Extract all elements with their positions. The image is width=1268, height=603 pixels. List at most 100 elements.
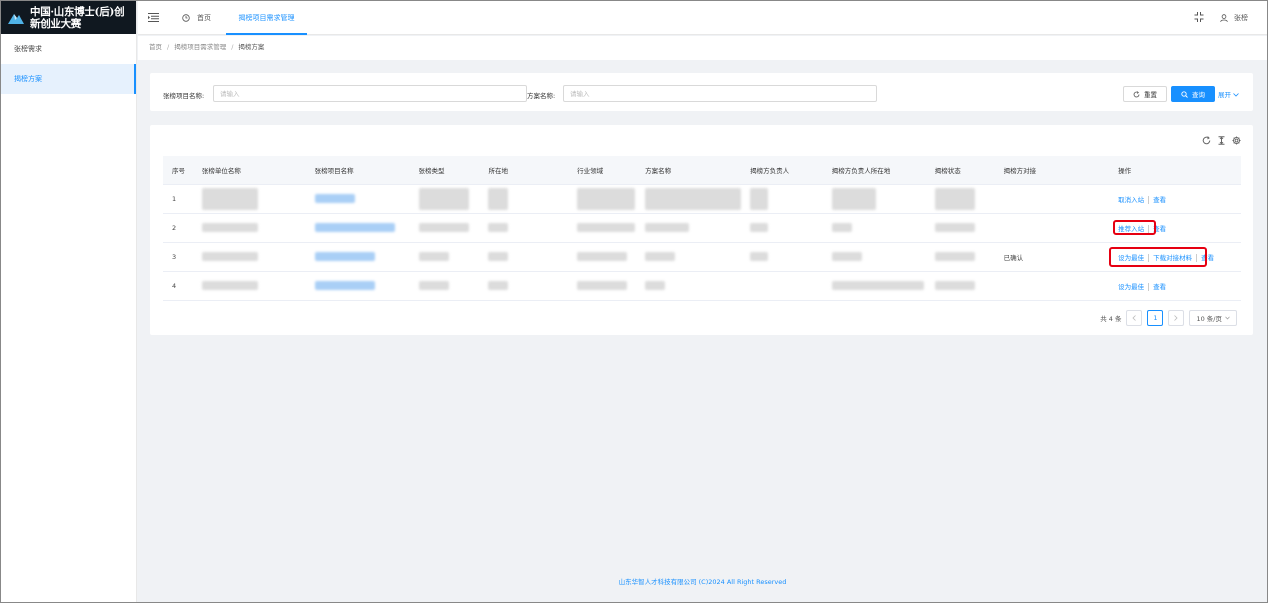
redacted-cell [488, 281, 509, 290]
menu-fold-icon[interactable] [148, 13, 159, 22]
row-index: 1 [163, 184, 193, 214]
tab-home-label: 首页 [197, 14, 211, 22]
redacted-cell [645, 187, 742, 210]
expand-toggle[interactable]: 展开 [1218, 89, 1239, 99]
row-index: 4 [163, 271, 193, 301]
app-title-line1: 中国·山东博士(后)创 [30, 5, 125, 18]
breadcrumb-home[interactable]: 首页 [149, 43, 162, 51]
redacted-cell [577, 187, 636, 210]
settings-icon[interactable] [1232, 136, 1241, 145]
col-header-leader: 揭榜方负责人 [741, 156, 823, 185]
query-button[interactable]: 查询 [1171, 86, 1215, 102]
page-size-select[interactable]: 10 条/页 [1189, 310, 1237, 326]
query-label: 查询 [1192, 91, 1205, 99]
plan-name-input[interactable] [563, 85, 877, 102]
col-header-project-name: 张榜项目名称 [305, 156, 410, 185]
redacted-cell [488, 223, 509, 232]
redacted-cell [645, 223, 690, 232]
redacted-cell [577, 252, 628, 261]
breadcrumb: 首页 / 揭榜项目需求管理 / 揭榜方案 [138, 36, 1267, 60]
chevron-right-icon [1174, 315, 1179, 321]
search-panel: 张榜项目名称: 方案名称: 重置 查询 展开 [150, 73, 1253, 111]
redacted-cell [831, 223, 852, 232]
project-name-label: 张榜项目名称: [163, 92, 205, 100]
redacted-cell [488, 252, 509, 261]
breadcrumb-management[interactable]: 揭榜项目需求管理 [174, 43, 226, 51]
redacted-cell [934, 252, 975, 261]
project-name-input[interactable] [213, 85, 527, 102]
refresh-table-icon[interactable] [1202, 136, 1211, 145]
pagination-total: 共 4 条 [1100, 315, 1122, 323]
sidebar-item-jiebang-plan[interactable]: 揭榜方案 [1, 64, 136, 94]
col-header-plan-name: 方案名称 [636, 156, 742, 185]
prev-page-button[interactable] [1126, 310, 1143, 326]
expand-label: 展开 [1218, 91, 1231, 99]
plan-table: 序号 张榜单位名称 张榜项目名称 张榜类型 所在地 行业领域 方案名称 揭榜方负… [163, 156, 1241, 301]
user-icon [1220, 14, 1228, 22]
tab-jiebang-management[interactable]: 揭榜项目需求管理 [226, 1, 307, 35]
reset-button[interactable]: 重置 [1123, 86, 1167, 102]
table-header-row: 序号 张榜单位名称 张榜项目名称 张榜类型 所在地 行业领域 方案名称 揭榜方负… [163, 156, 1241, 185]
col-header-industry: 行业领域 [568, 156, 637, 185]
view-link[interactable]: 查看 [1153, 196, 1166, 204]
tab-home[interactable]: 首页 [182, 1, 211, 35]
row-actions: 设为最佳 下载对接材料 查看 [1109, 242, 1241, 272]
row-actions: 设为最佳 查看 [1109, 271, 1241, 301]
redacted-cell [750, 252, 769, 261]
redacted-cell [418, 223, 469, 232]
redacted-cell [418, 252, 449, 261]
redacted-cell [831, 187, 876, 210]
user-menu[interactable]: 张榜 [1220, 1, 1248, 35]
row-actions: 取消入站 查看 [1109, 184, 1241, 214]
page-button-current[interactable]: 1 [1147, 310, 1164, 326]
redacted-cell [645, 252, 676, 261]
row-docking [994, 213, 1110, 243]
table-row: 4 设为最佳 查看 [163, 271, 1241, 301]
app-logo: 中国·山东博士(后)创 新创业大赛 [1, 1, 136, 34]
redacted-link[interactable] [314, 194, 355, 203]
app-title-line2: 新创业大赛 [30, 17, 81, 30]
redacted-cell [934, 223, 975, 232]
highlight-box [1109, 246, 1208, 267]
plan-name-label: 方案名称: [527, 92, 556, 100]
redacted-cell [645, 281, 666, 290]
redacted-cell [488, 187, 509, 210]
cancel-station-link[interactable]: 取消入站 [1118, 196, 1144, 204]
redacted-link[interactable] [314, 252, 375, 261]
table-toolbar [1202, 136, 1241, 145]
redacted-cell [750, 223, 769, 232]
redacted-link[interactable] [314, 281, 375, 290]
view-link[interactable]: 查看 [1153, 283, 1166, 291]
redacted-cell [831, 252, 862, 261]
page-size-value: 10 条/页 [1196, 315, 1222, 323]
row-docking [994, 271, 1110, 301]
redacted-cell [201, 187, 258, 210]
redacted-link[interactable] [314, 223, 395, 232]
set-best-link[interactable]: 设为最佳 [1118, 283, 1144, 291]
highlight-box [1113, 219, 1157, 235]
sidebar-item-zhangbang-demand[interactable]: 张榜需求 [1, 34, 136, 64]
sidebar: 中国·山东博士(后)创 新创业大赛 张榜需求 揭榜方案 [1, 1, 137, 602]
table-panel: 序号 张榜单位名称 张榜项目名称 张榜类型 所在地 行业领域 方案名称 揭榜方负… [150, 125, 1253, 335]
chevron-left-icon [1132, 315, 1137, 321]
row-index: 2 [163, 213, 193, 243]
clock-icon [182, 14, 190, 22]
col-header-actions: 操作 [1109, 156, 1241, 185]
redacted-cell [750, 187, 769, 210]
fullscreen-icon[interactable] [1194, 12, 1204, 22]
redacted-cell [577, 281, 628, 290]
col-header-unit-name: 张榜单位名称 [192, 156, 306, 185]
next-page-button[interactable] [1168, 310, 1185, 326]
chevron-down-icon [1225, 316, 1230, 320]
col-header-location: 所在地 [479, 156, 569, 185]
search-icon [1181, 90, 1188, 98]
redacted-cell [201, 252, 258, 261]
redacted-cell [201, 223, 258, 232]
refresh-icon [1133, 90, 1140, 97]
redacted-cell [418, 187, 469, 210]
row-docking [994, 184, 1110, 214]
logo-mountain-icon [8, 13, 24, 24]
col-header-type: 张榜类型 [409, 156, 480, 185]
column-height-icon[interactable] [1217, 136, 1226, 145]
col-header-index: 序号 [163, 156, 193, 185]
